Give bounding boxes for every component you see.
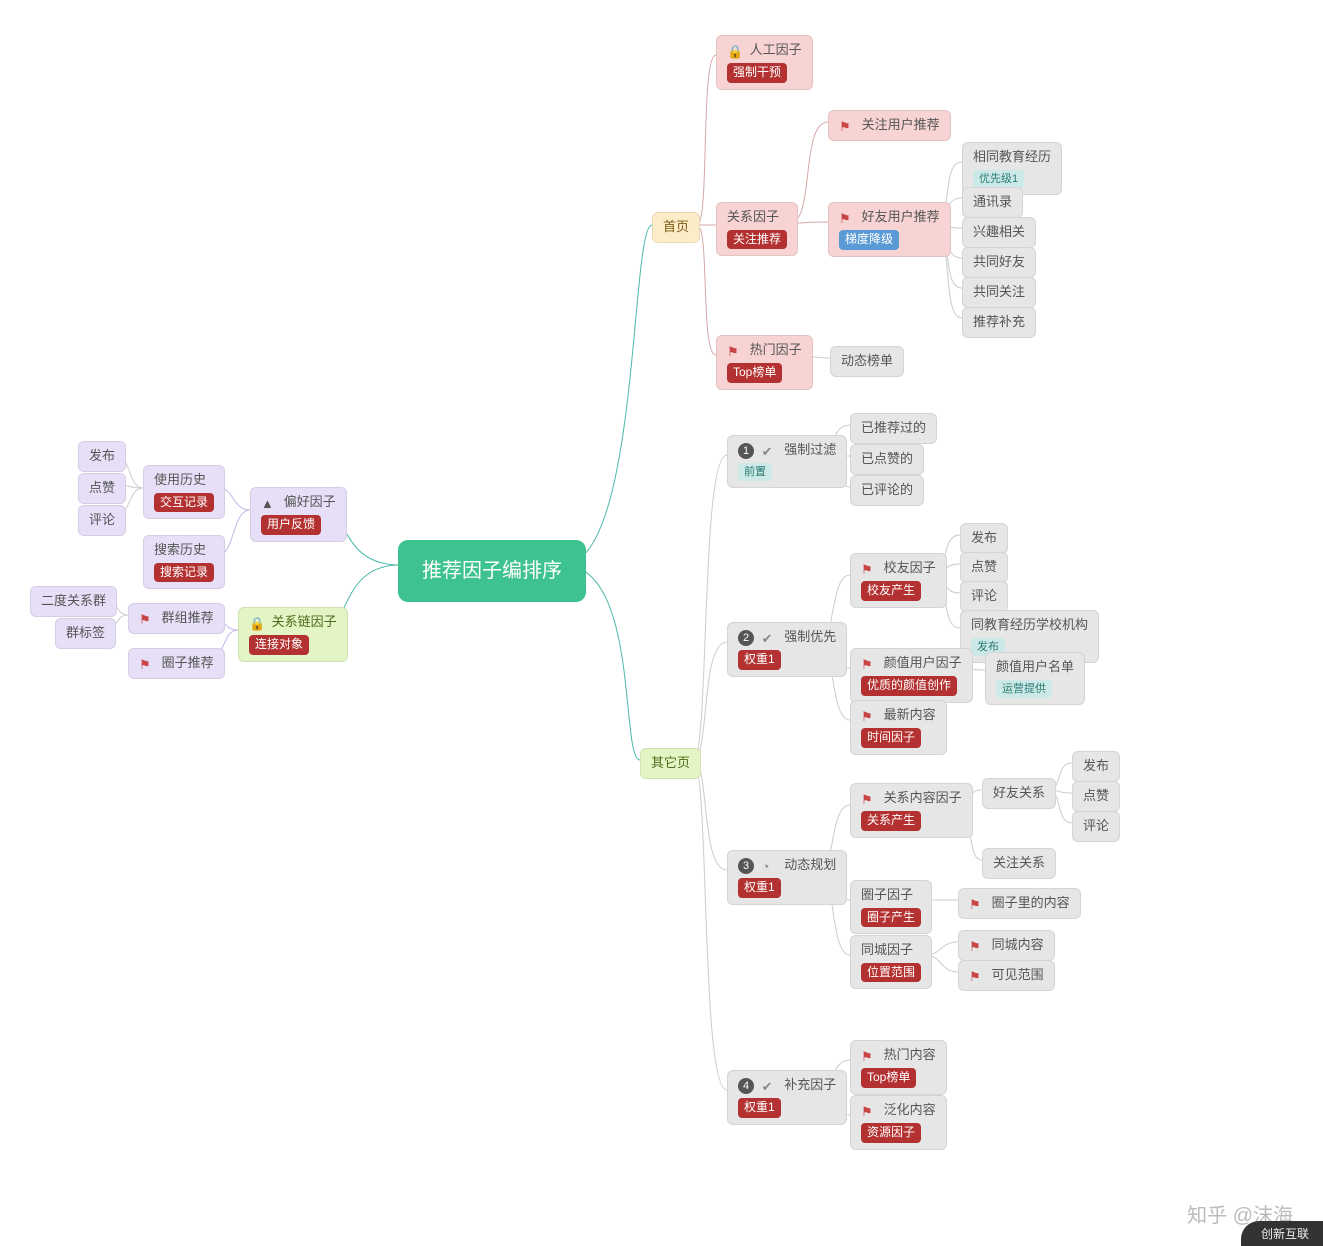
- already-recommended[interactable]: 已推荐过的: [850, 413, 937, 444]
- history-like[interactable]: 点赞: [78, 473, 126, 504]
- city-content[interactable]: ⚑ 同城内容: [958, 930, 1055, 961]
- recommend-supplement[interactable]: 推荐补充: [962, 307, 1036, 338]
- hot-content[interactable]: ⚑ 热门内容 Top榜单: [850, 1040, 947, 1095]
- friend-user-recommend[interactable]: ⚑ 好友用户推荐 梯度降级: [828, 202, 951, 257]
- check-icon: ✔: [762, 1079, 777, 1094]
- relation-factor[interactable]: 关系因子 关注推荐: [716, 202, 798, 256]
- newest-content[interactable]: ⚑ 最新内容 时间因子: [850, 700, 947, 755]
- friend-rel-like[interactable]: 点赞: [1072, 781, 1120, 812]
- group-recommend[interactable]: ⚑ 群组推荐: [128, 603, 225, 634]
- already-liked[interactable]: 已点赞的: [850, 444, 924, 475]
- flag-icon: ⚑: [861, 709, 876, 724]
- root-node[interactable]: 推荐因子编排序: [398, 540, 586, 602]
- history-publish[interactable]: 发布: [78, 441, 126, 472]
- interest-related[interactable]: 兴趣相关: [962, 217, 1036, 248]
- lock-icon: 🔒: [249, 616, 264, 631]
- mutual-friends[interactable]: 共同好友: [962, 247, 1036, 278]
- second-degree-group[interactable]: 二度关系群: [30, 586, 117, 617]
- clock-icon: ◔: [762, 859, 777, 874]
- stage-force-priority[interactable]: 2 ✔ 强制优先 权重1: [727, 622, 847, 677]
- flag-icon: ⚑: [861, 1104, 876, 1119]
- stage-number-icon: 3: [738, 858, 754, 874]
- stage-number-icon: 1: [738, 443, 754, 459]
- city-factor[interactable]: 同城因子 位置范围: [850, 935, 932, 989]
- group-tag[interactable]: 群标签: [55, 618, 116, 649]
- flag-icon: ⚑: [139, 612, 154, 627]
- history-comment[interactable]: 评论: [78, 505, 126, 536]
- contacts[interactable]: 通讯录: [962, 187, 1023, 218]
- search-history[interactable]: 搜索历史 搜索记录: [143, 535, 225, 589]
- flag-icon: ⚑: [861, 657, 876, 672]
- already-commented[interactable]: 已评论的: [850, 475, 924, 506]
- relation-content-factor[interactable]: ⚑ 关系内容因子 关系产生: [850, 783, 973, 838]
- circle-recommend[interactable]: ⚑ 圈子推荐: [128, 648, 225, 679]
- home-page[interactable]: 首页: [652, 212, 700, 243]
- check-icon: ✔: [762, 631, 777, 646]
- general-content[interactable]: ⚑ 泛化内容 资源因子: [850, 1095, 947, 1150]
- stage-supplement[interactable]: 4 ✔ 补充因子 权重1: [727, 1070, 847, 1125]
- beauty-user-list[interactable]: 颜值用户名单 运营提供: [985, 652, 1085, 705]
- flag-icon: ⚑: [861, 792, 876, 807]
- warning-icon: ▲: [261, 496, 276, 511]
- root-title: 推荐因子编排序: [422, 560, 562, 582]
- stage-number-icon: 4: [738, 1078, 754, 1094]
- relation-chain-factor[interactable]: 🔒 关系链因子 连接对象: [238, 607, 348, 662]
- school-like[interactable]: 点赞: [960, 552, 1008, 583]
- flag-icon: ⚑: [139, 657, 154, 672]
- visible-range[interactable]: ⚑ 可见范围: [958, 960, 1055, 991]
- friend-rel-comment[interactable]: 评论: [1072, 811, 1120, 842]
- stage-number-icon: 2: [738, 630, 754, 646]
- manual-factor[interactable]: 🔒 人工因子 强制干预: [716, 35, 813, 90]
- corner-logo: 创新互联: [1241, 1221, 1323, 1246]
- friend-relation[interactable]: 好友关系: [982, 778, 1056, 809]
- preference-factor[interactable]: ▲ 偏好因子 用户反馈: [250, 487, 347, 542]
- flag-icon: ⚑: [861, 1049, 876, 1064]
- stage-force-filter[interactable]: 1 ✔ 强制过滤 前置: [727, 435, 847, 488]
- stage-dynamic-plan[interactable]: 3 ◔ 动态规划 权重1: [727, 850, 847, 905]
- check-icon: ✔: [762, 444, 777, 459]
- circle-content[interactable]: ⚑ 圈子里的内容: [958, 888, 1081, 919]
- flag-icon: ⚑: [969, 897, 984, 912]
- lock-icon: 🔒: [727, 44, 742, 59]
- follow-user-recommend[interactable]: ⚑ 关注用户推荐: [828, 110, 951, 141]
- other-pages[interactable]: 其它页: [640, 748, 701, 779]
- dynamic-rank[interactable]: 动态榜单: [830, 346, 904, 377]
- hot-factor[interactable]: ⚑ 热门因子 Top榜单: [716, 335, 813, 390]
- mutual-follow[interactable]: 共同关注: [962, 277, 1036, 308]
- usage-history[interactable]: 使用历史 交互记录: [143, 465, 225, 519]
- school-publish[interactable]: 发布: [960, 523, 1008, 554]
- school-factor[interactable]: ⚑ 校友因子 校友产生: [850, 553, 947, 608]
- circle-factor[interactable]: 圈子因子 圈子产生: [850, 880, 932, 934]
- friend-rel-publish[interactable]: 发布: [1072, 751, 1120, 782]
- school-comment[interactable]: 评论: [960, 581, 1008, 612]
- flag-icon: ⚑: [969, 939, 984, 954]
- flag-icon: ⚑: [839, 119, 854, 134]
- flag-icon: ⚑: [727, 344, 742, 359]
- beauty-factor[interactable]: ⚑ 颜值用户因子 优质的颜值创作: [850, 648, 973, 703]
- flag-icon: ⚑: [839, 211, 854, 226]
- flag-icon: ⚑: [861, 562, 876, 577]
- follow-relation[interactable]: 关注关系: [982, 848, 1056, 879]
- flag-icon: ⚑: [969, 969, 984, 984]
